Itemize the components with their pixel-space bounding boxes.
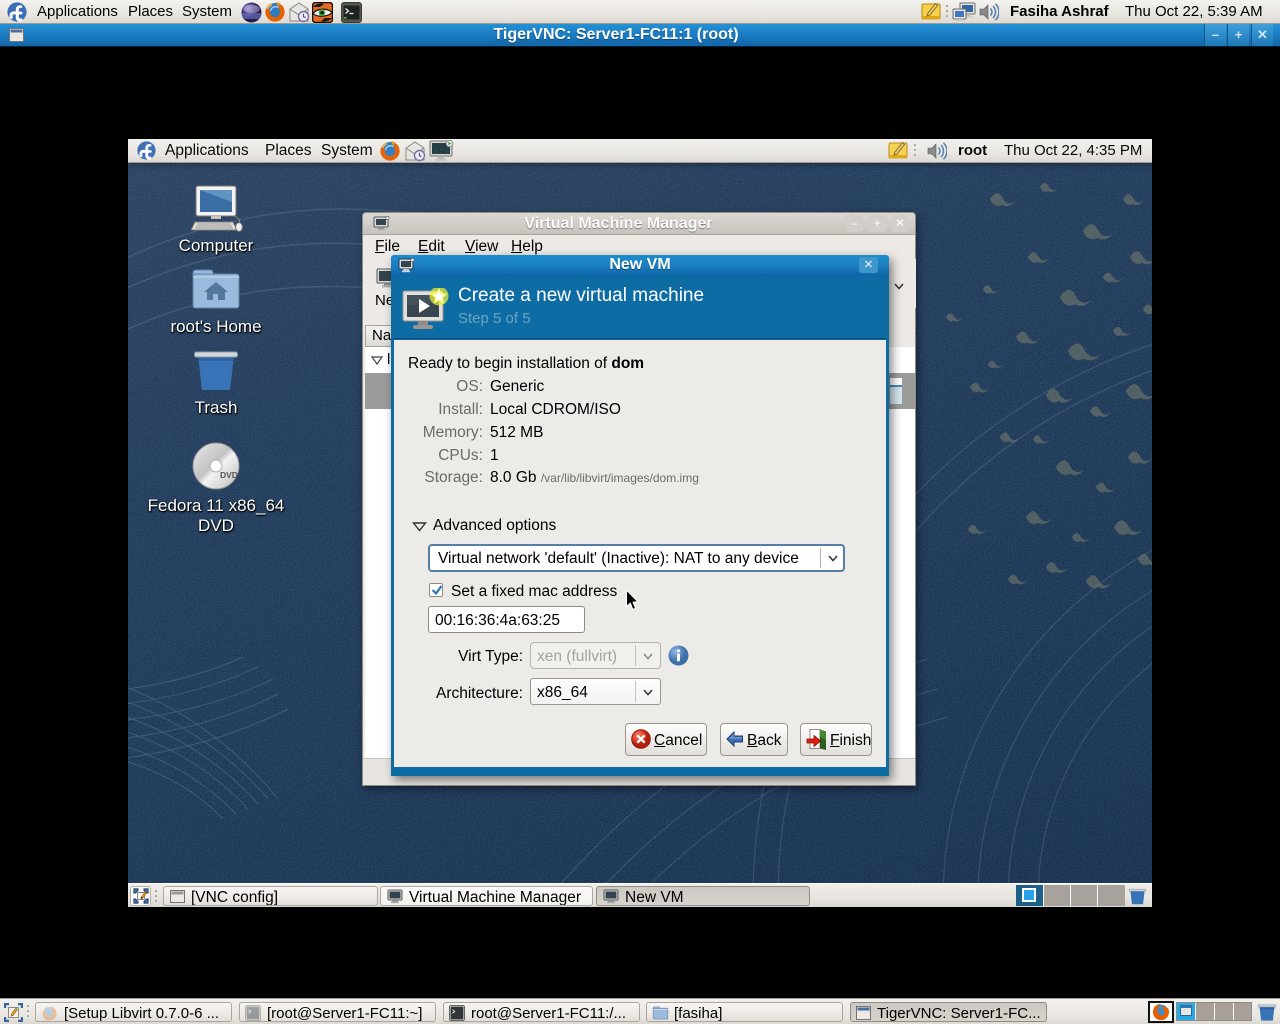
svg-text:DVD: DVD xyxy=(220,470,238,480)
